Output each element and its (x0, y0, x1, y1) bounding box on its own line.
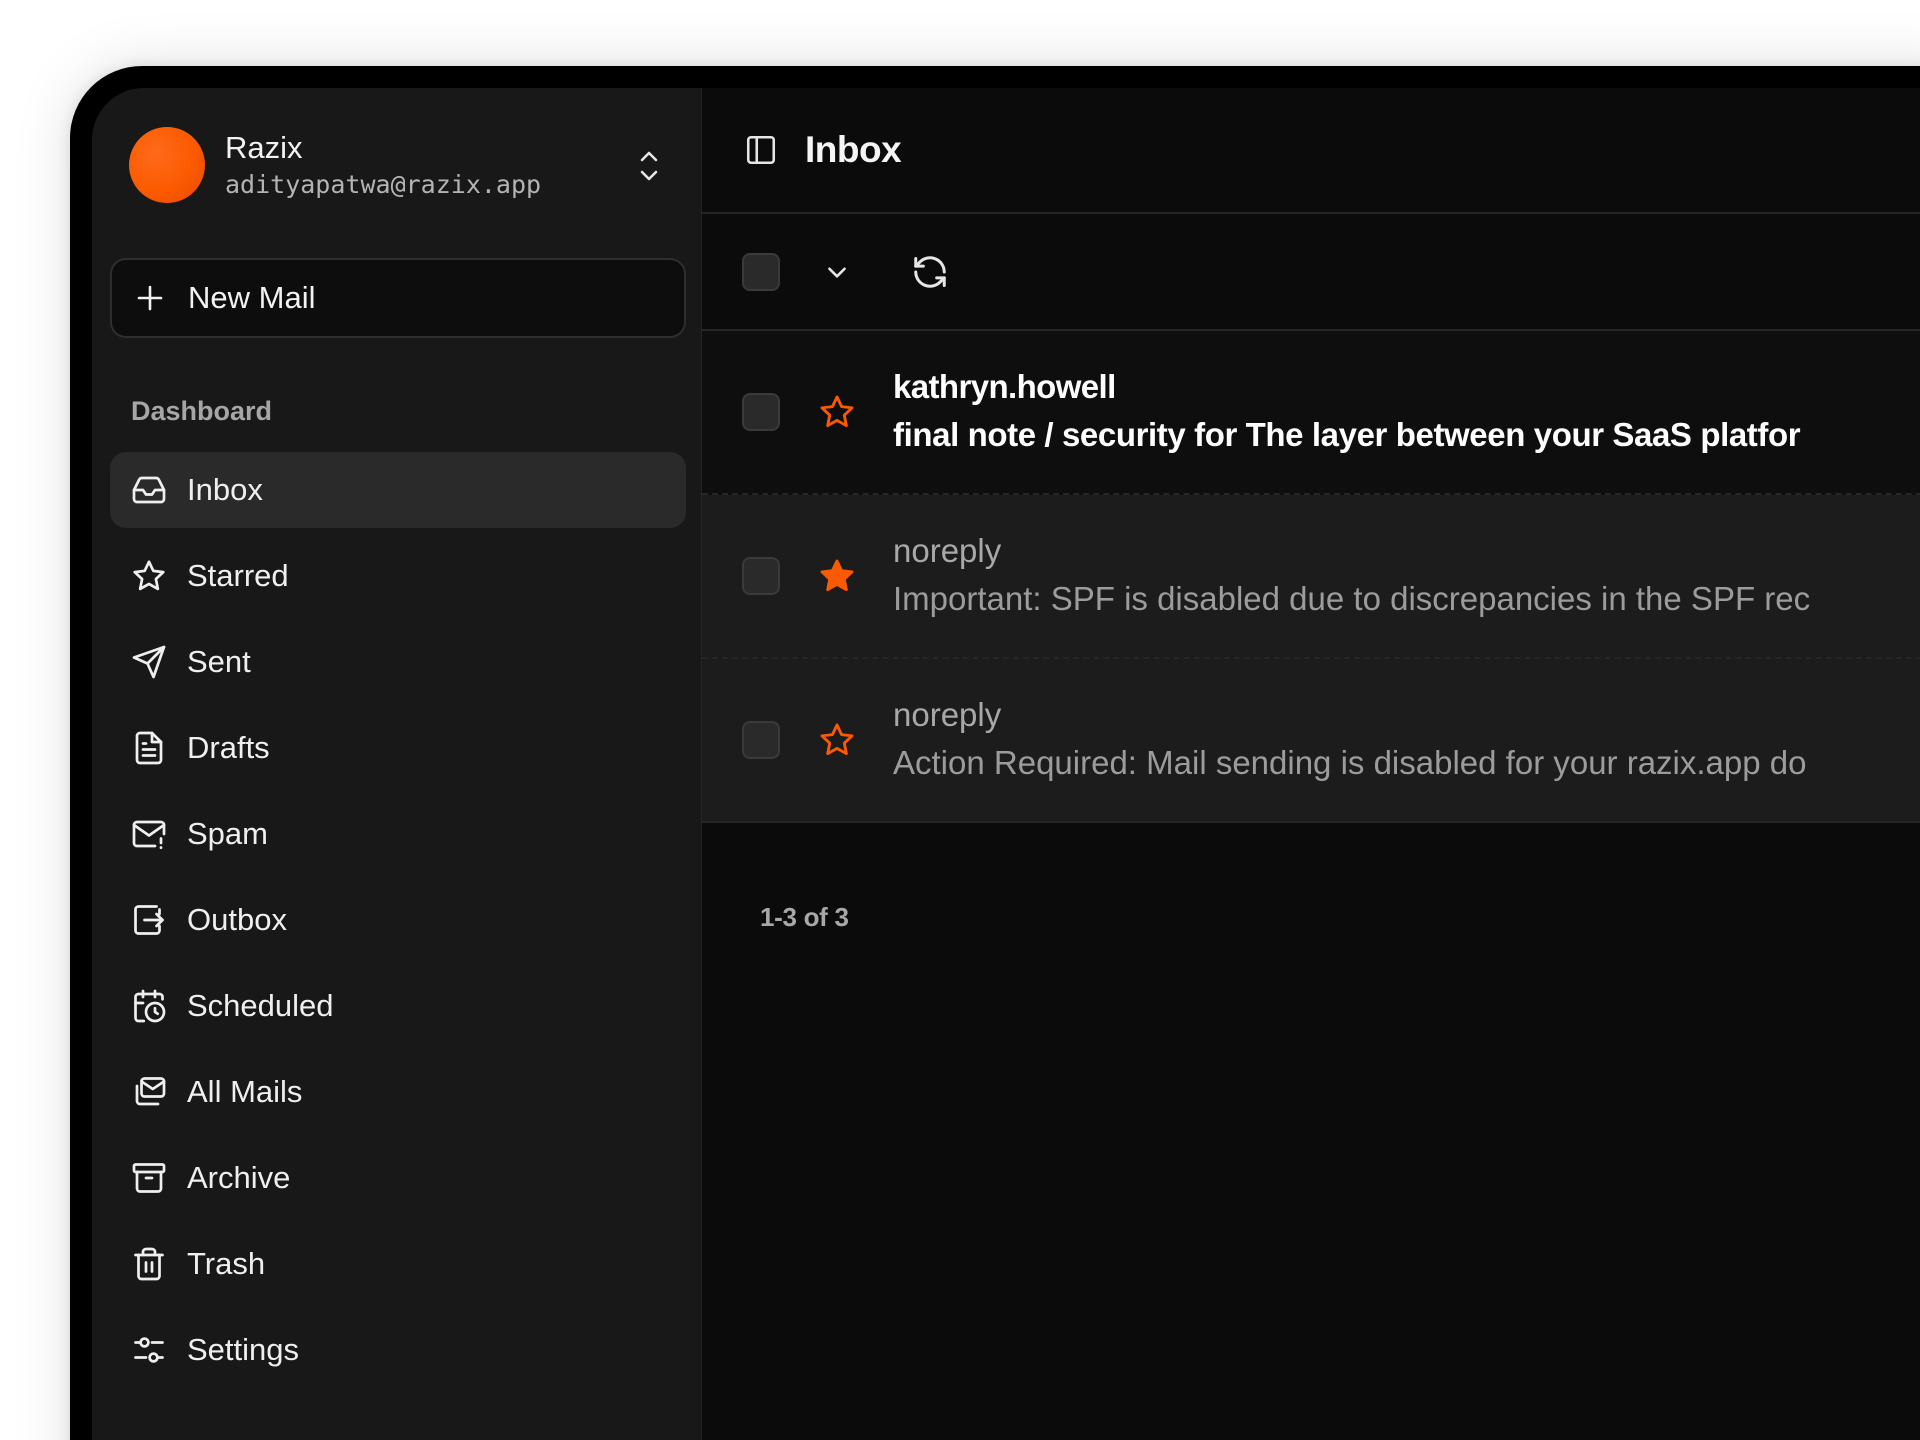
email-list: kathryn.howell final note / security for… (702, 331, 1920, 823)
sidebar-item-label: Starred (187, 558, 289, 593)
mail-app: Razix adityapatwa@razix.app New Mail Das… (92, 88, 1920, 1440)
pagination-info: 1-3 of 3 (760, 902, 849, 932)
email-checkbox[interactable] (742, 393, 780, 431)
account-name: Razix (225, 130, 303, 165)
outbox-icon (130, 901, 168, 939)
send-icon (130, 643, 168, 681)
sidebar-item-archive[interactable]: Archive (110, 1140, 686, 1216)
mail-toolbar (702, 214, 1920, 331)
sidebar-item-scheduled[interactable]: Scheduled (110, 968, 686, 1044)
star-outline-icon[interactable] (816, 391, 858, 433)
account-email: adityapatwa@razix.app (225, 170, 542, 199)
sidebar-item-label: Drafts (187, 730, 270, 765)
star-icon (130, 557, 168, 595)
page-title: Inbox (805, 129, 902, 170)
panel-toggle-icon[interactable] (742, 131, 780, 169)
email-row[interactable]: kathryn.howell final note / security for… (702, 331, 1920, 495)
sidebar-item-label: Inbox (187, 472, 263, 507)
email-checkbox[interactable] (742, 557, 780, 595)
sidebar-item-inbox[interactable]: Inbox (110, 452, 686, 528)
email-subject: Action Required: Mail sending is disable… (893, 744, 1807, 781)
sidebar-item-starred[interactable]: Starred (110, 538, 686, 614)
account-switcher[interactable]: Razix adityapatwa@razix.app (129, 126, 665, 204)
all-mails-icon (130, 1073, 168, 1111)
new-mail-button[interactable]: New Mail (110, 258, 686, 338)
sidebar-item-trash[interactable]: Trash (110, 1226, 686, 1302)
account-info: Razix adityapatwa@razix.app (225, 128, 541, 202)
sidebar-item-label: Outbox (187, 902, 287, 937)
header: Inbox (702, 88, 1920, 214)
email-row[interactable]: noreply Important: SPF is disabled due t… (702, 495, 1920, 659)
email-preview: noreply Important: SPF is disabled due t… (893, 528, 1810, 624)
spam-icon (130, 815, 168, 853)
chevrons-up-down-icon[interactable] (633, 146, 665, 186)
email-subject: final note / security for The layer betw… (893, 416, 1801, 453)
sidebar-item-all-mails[interactable]: All Mails (110, 1054, 686, 1130)
email-subject: Important: SPF is disabled due to discre… (893, 580, 1811, 617)
email-checkbox[interactable] (742, 721, 780, 759)
star-filled-icon[interactable] (816, 555, 858, 597)
email-row[interactable]: noreply Action Required: Mail sending is… (702, 659, 1920, 823)
avatar (129, 127, 205, 203)
email-preview: noreply Action Required: Mail sending is… (893, 692, 1807, 788)
settings-icon (130, 1331, 168, 1369)
email-sender: kathryn.howell (893, 368, 1116, 405)
scheduled-icon (130, 987, 168, 1025)
sidebar-item-label: Spam (187, 816, 268, 851)
sidebar-item-label: Scheduled (187, 988, 334, 1023)
sidebar-item-sent[interactable]: Sent (110, 624, 686, 700)
email-sender: noreply (893, 696, 1002, 733)
sidebar-item-drafts[interactable]: Drafts (110, 710, 686, 786)
draft-icon (130, 729, 168, 767)
sidebar-item-label: Trash (187, 1246, 266, 1281)
sidebar: Razix adityapatwa@razix.app New Mail Das… (92, 88, 702, 1440)
sidebar-item-label: Archive (187, 1160, 291, 1195)
sidebar-item-label: All Mails (187, 1074, 303, 1109)
section-label: Dashboard (131, 396, 273, 426)
trash-icon (130, 1245, 168, 1283)
sidebar-item-outbox[interactable]: Outbox (110, 882, 686, 958)
plus-icon (134, 282, 166, 314)
main-panel: Inbox kathryn.howell final note / securi… (702, 88, 1920, 1440)
select-all-checkbox[interactable] (742, 252, 780, 291)
sidebar-nav: Inbox Starred Sent Drafts Spam Outbox Sc… (110, 452, 686, 1398)
inbox-icon (130, 471, 168, 509)
refresh-icon[interactable] (910, 252, 950, 292)
email-sender: noreply (893, 532, 1002, 569)
email-preview: kathryn.howell final note / security for… (893, 364, 1801, 460)
sidebar-item-settings[interactable]: Settings (110, 1312, 686, 1388)
sidebar-item-label: Settings (187, 1332, 300, 1367)
new-mail-label: New Mail (188, 280, 316, 315)
sidebar-item-spam[interactable]: Spam (110, 796, 686, 872)
sidebar-item-label: Sent (187, 644, 251, 679)
archive-icon (130, 1159, 168, 1197)
star-outline-icon[interactable] (816, 719, 858, 761)
chevron-down-icon[interactable] (820, 255, 854, 289)
